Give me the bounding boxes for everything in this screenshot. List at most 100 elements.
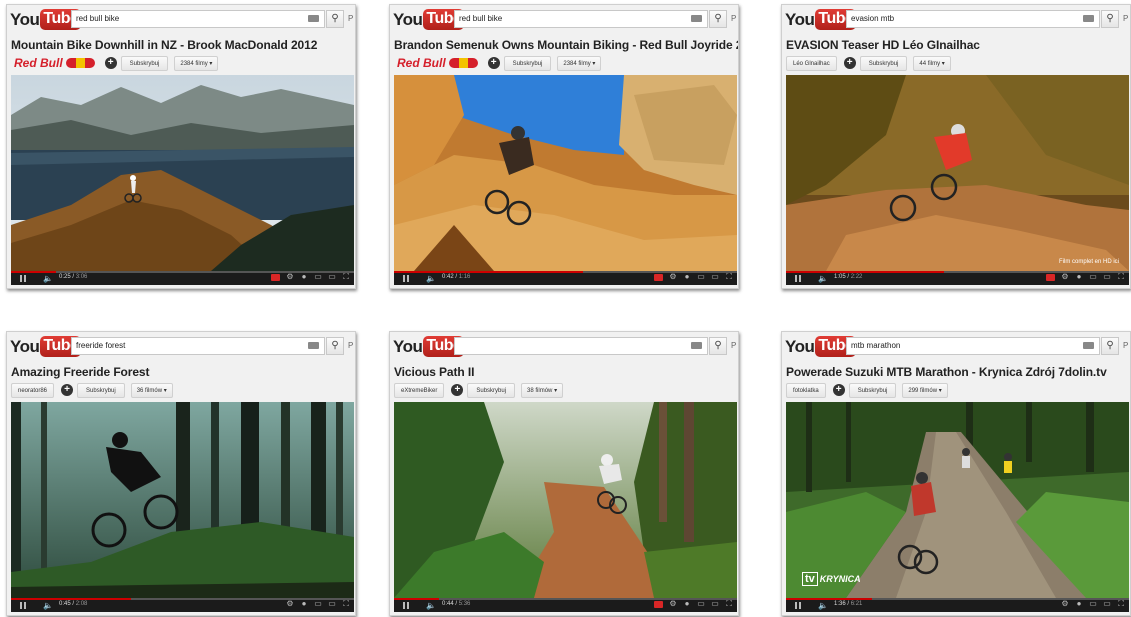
- fullscreen-icon[interactable]: ⛶: [725, 600, 733, 608]
- pause-icon[interactable]: [795, 275, 801, 282]
- small-player-icon[interactable]: ▭: [697, 273, 705, 281]
- volume-icon[interactable]: 🔈: [818, 601, 828, 610]
- pause-icon[interactable]: [403, 602, 409, 609]
- search-button[interactable]: ⚲: [326, 337, 344, 355]
- info-icon[interactable]: ●: [300, 600, 308, 608]
- video-frame[interactable]: [394, 75, 737, 271]
- channel-logo-redbull[interactable]: Red Bull: [11, 55, 98, 71]
- large-player-icon[interactable]: ▭: [711, 600, 719, 608]
- video-panel-1: You Tube red bull bike ⚲ P Mountain Bike …: [6, 4, 356, 289]
- gear-icon[interactable]: ⚙: [669, 273, 677, 281]
- video-count-dropdown[interactable]: 299 filmów ▾: [902, 382, 948, 398]
- search-input[interactable]: evasion mtb: [846, 10, 1100, 28]
- info-icon[interactable]: ●: [683, 600, 691, 608]
- volume-icon[interactable]: 🔈: [43, 274, 53, 283]
- keyboard-icon[interactable]: [308, 342, 319, 349]
- search-button[interactable]: ⚲: [326, 10, 344, 28]
- gear-icon[interactable]: ⚙: [669, 600, 677, 608]
- subscribe-plus-icon[interactable]: +: [104, 57, 117, 69]
- annotations-icon[interactable]: [1046, 273, 1055, 281]
- large-player-icon[interactable]: ▭: [1103, 600, 1111, 608]
- video-frame[interactable]: tv KRYNICA: [786, 402, 1129, 598]
- large-player-icon[interactable]: ▭: [328, 273, 336, 281]
- volume-icon[interactable]: 🔈: [43, 601, 53, 610]
- large-player-icon[interactable]: ▭: [711, 273, 719, 281]
- fullscreen-icon[interactable]: ⛶: [342, 273, 350, 281]
- info-icon[interactable]: ●: [300, 273, 308, 281]
- gear-icon[interactable]: ⚙: [286, 600, 294, 608]
- keyboard-icon[interactable]: [691, 15, 702, 22]
- annotations-icon[interactable]: [654, 600, 663, 608]
- search-button[interactable]: ⚲: [709, 337, 727, 355]
- keyboard-icon[interactable]: [691, 342, 702, 349]
- channel-name-button[interactable]: fotoklatka: [786, 382, 826, 398]
- subscribe-plus-icon[interactable]: +: [832, 384, 845, 396]
- channel-name-button[interactable]: eXtremeBiker: [394, 382, 445, 398]
- info-icon[interactable]: ●: [683, 273, 691, 281]
- video-count-dropdown[interactable]: 36 filmów ▾: [130, 382, 173, 398]
- subscribe-button[interactable]: Subskrybuj: [848, 382, 897, 398]
- small-player-icon[interactable]: ▭: [697, 600, 705, 608]
- pause-icon[interactable]: [403, 275, 409, 282]
- info-icon[interactable]: ●: [1075, 273, 1083, 281]
- keyboard-icon[interactable]: [1083, 15, 1094, 22]
- video-count-dropdown[interactable]: 38 filmów ▾: [521, 382, 564, 398]
- fullscreen-icon[interactable]: ⛶: [725, 273, 733, 281]
- keyboard-icon[interactable]: [1083, 342, 1094, 349]
- small-player-icon[interactable]: ▭: [314, 600, 322, 608]
- gear-icon[interactable]: ⚙: [1061, 600, 1069, 608]
- subscribe-button[interactable]: Subskrybuj: [467, 382, 516, 398]
- video-frame[interactable]: Film complet en HD ici: [786, 75, 1129, 271]
- search-input[interactable]: [454, 337, 708, 355]
- small-player-icon[interactable]: ▭: [1089, 273, 1097, 281]
- video-overlay-text[interactable]: Film complet en HD ici: [1059, 259, 1119, 265]
- pause-icon[interactable]: [20, 602, 26, 609]
- video-count-dropdown[interactable]: 2384 filmy ▾: [174, 55, 219, 71]
- video-count-dropdown[interactable]: 44 filmy ▾: [913, 55, 951, 71]
- video-frame[interactable]: [11, 402, 354, 598]
- subscribe-plus-icon[interactable]: +: [487, 57, 500, 69]
- pause-icon[interactable]: [795, 602, 801, 609]
- channel-name-button[interactable]: neorator86: [11, 382, 55, 398]
- fullscreen-icon[interactable]: ⛶: [1117, 600, 1125, 608]
- keyboard-icon[interactable]: [308, 15, 319, 22]
- info-icon[interactable]: ●: [1075, 600, 1083, 608]
- annotations-icon[interactable]: [271, 273, 280, 281]
- fullscreen-icon[interactable]: ⛶: [342, 600, 350, 608]
- search-input[interactable]: mtb marathon: [846, 337, 1100, 355]
- volume-icon[interactable]: 🔈: [818, 274, 828, 283]
- search-input[interactable]: freeride forest: [71, 337, 325, 355]
- subscribe-button[interactable]: Subskrybuj: [859, 55, 908, 71]
- subscribe-button[interactable]: Subskrybuj: [120, 55, 169, 71]
- subscribe-plus-icon[interactable]: +: [843, 57, 856, 69]
- subscribe-button[interactable]: Subskrybuj: [503, 55, 552, 71]
- time-total: 1:16: [458, 274, 471, 280]
- search-button[interactable]: ⚲: [709, 10, 727, 28]
- large-player-icon[interactable]: ▭: [1103, 273, 1111, 281]
- fullscreen-icon[interactable]: ⛶: [1117, 273, 1125, 281]
- channel-name-button[interactable]: Léo Glnailhac: [786, 55, 837, 71]
- small-player-icon[interactable]: ▭: [314, 273, 322, 281]
- watermark-tv: tv: [802, 572, 818, 586]
- annotations-icon[interactable]: [654, 273, 663, 281]
- video-count-dropdown[interactable]: 2384 filmy ▾: [557, 55, 602, 71]
- search-input[interactable]: red bull bike: [454, 10, 708, 28]
- time-current: 1:05: [834, 274, 846, 280]
- video-frame[interactable]: [394, 402, 737, 598]
- search-input[interactable]: red bull bike: [71, 10, 325, 28]
- video-frame[interactable]: [11, 75, 354, 271]
- volume-icon[interactable]: 🔈: [426, 274, 436, 283]
- search-button[interactable]: ⚲: [1101, 337, 1119, 355]
- subscribe-button[interactable]: Subskrybuj: [77, 382, 125, 398]
- pause-icon[interactable]: [20, 275, 26, 282]
- channel-logo-redbull[interactable]: Red Bull: [394, 55, 481, 71]
- subscribe-plus-icon[interactable]: +: [451, 384, 464, 396]
- hd-icon[interactable]: ⚙: [1061, 273, 1069, 281]
- large-player-icon[interactable]: ▭: [328, 600, 336, 608]
- volume-icon[interactable]: 🔈: [426, 601, 436, 610]
- search-button[interactable]: ⚲: [1101, 10, 1119, 28]
- subscribe-plus-icon[interactable]: +: [61, 384, 74, 396]
- logo-you: You: [785, 9, 815, 29]
- small-player-icon[interactable]: ▭: [1089, 600, 1097, 608]
- gear-icon[interactable]: ⚙: [286, 273, 294, 281]
